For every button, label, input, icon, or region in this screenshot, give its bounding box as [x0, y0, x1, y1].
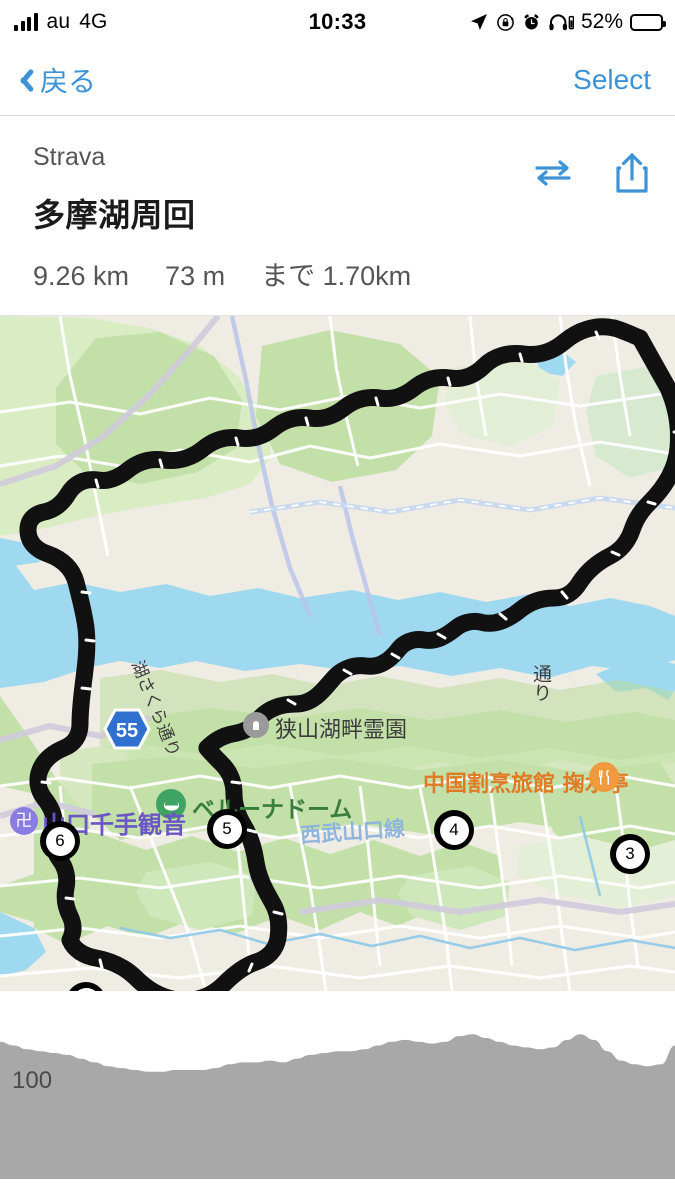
battery-icon [630, 13, 666, 31]
cemetery-icon [243, 712, 269, 738]
route-elevation-value: 73 m [165, 261, 226, 291]
distance-marker-6: 6 [40, 821, 80, 861]
stadium-icon [156, 789, 186, 819]
status-bar: au 4G 10:33 52% [0, 0, 675, 44]
back-button[interactable]: 戻る [14, 44, 96, 116]
headphones-icon [549, 14, 574, 31]
location-arrow-icon [470, 14, 487, 30]
distance-marker-3: 3 [610, 834, 650, 874]
select-button[interactable]: Select [573, 44, 651, 116]
reverse-direction-icon[interactable] [533, 157, 573, 194]
route-distance-value: 9.26 km [33, 261, 130, 291]
navigation-bar: 戻る Select [0, 44, 675, 116]
route-detail-screen: au 4G 10:33 52% 戻る Select Strava 多摩湖周回 9… [0, 0, 675, 1200]
alarm-clock-icon [524, 14, 539, 30]
route-distance-to-start-value: まで 1.70km [261, 261, 412, 291]
elevation-profile-chart[interactable]: 100 [0, 991, 675, 1179]
rotation-lock-icon [497, 13, 514, 31]
route-stats: 9.26 km 73 m まで 1.70km [0, 254, 675, 293]
route-header-actions [533, 152, 649, 199]
chevron-left-icon [14, 65, 31, 95]
distance-marker-4: 4 [434, 810, 474, 850]
distance-marker-5: 5 [207, 809, 247, 849]
back-button-label: 戻る [40, 66, 97, 97]
restaurant-icon [589, 762, 619, 792]
route-map[interactable]: 55 狭山湖畔霊園 ベルーナドーム 卍 山口千手観音 西武山口線 中国割烹旅館 … [0, 316, 675, 991]
elevation-area [0, 1034, 675, 1179]
map-canvas [0, 316, 675, 991]
battery-percent-label: 52% [580, 10, 623, 33]
temple-icon: 卍 [10, 807, 38, 835]
share-icon[interactable] [615, 152, 649, 199]
route-header: Strava 多摩湖周回 9.26 km 73 m まで 1.70km [0, 116, 675, 316]
status-bar-right: 52% [469, 0, 666, 44]
clock-label: 10:33 [308, 9, 367, 34]
